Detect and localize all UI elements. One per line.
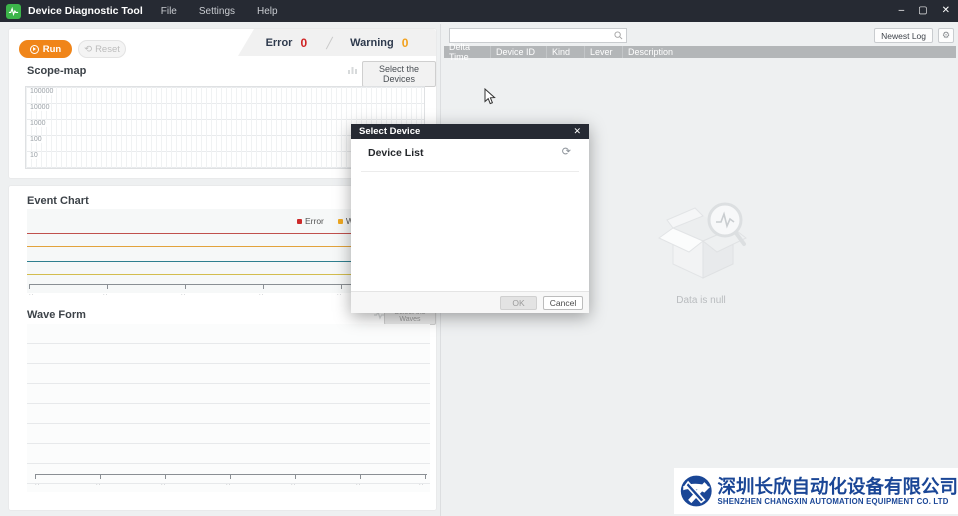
error-label: Error — [266, 37, 293, 49]
reset-icon: ⟲ — [84, 44, 92, 55]
col-delta-time[interactable]: Delta Time — [444, 46, 491, 58]
wave-x-axis: .. .. .. .. .. .. .. — [35, 474, 427, 488]
refresh-icon[interactable]: ⟳ — [562, 145, 571, 158]
chart-icon — [347, 65, 359, 75]
menu-help[interactable]: Help — [257, 6, 278, 17]
legend-warning-dot — [338, 219, 343, 224]
company-logo-icon — [680, 471, 712, 511]
error-warning-strip: Error 0 Warning 0 — [238, 29, 436, 56]
legend-error-dot — [297, 219, 302, 224]
event-chart-title: Event Chart — [27, 195, 89, 207]
dialog-footer: OK Cancel — [351, 291, 589, 313]
warning-count: 0 — [402, 36, 409, 50]
error-count: 0 — [300, 36, 307, 50]
menu-file[interactable]: File — [161, 6, 177, 17]
search-input[interactable] — [450, 30, 614, 41]
dialog-header[interactable]: Select Device ✕ — [351, 124, 589, 139]
play-icon — [30, 45, 39, 54]
dialog-body: Device List ⟳ — [351, 139, 589, 291]
y-tick: 10 — [29, 152, 39, 159]
select-device-dialog: Select Device ✕ Device List ⟳ OK Cancel — [351, 124, 589, 313]
col-lever[interactable]: Lever — [585, 46, 623, 58]
search-icon[interactable] — [614, 31, 623, 40]
minimize-icon[interactable]: – — [899, 0, 905, 22]
empty-state: Data is null — [646, 194, 756, 306]
device-list-title: Device List — [368, 147, 423, 159]
menu-settings[interactable]: Settings — [199, 6, 235, 17]
y-tick: 1000 — [29, 120, 47, 127]
y-tick: 100 — [29, 136, 43, 143]
gear-icon[interactable]: ⚙ — [938, 28, 954, 43]
maximize-icon[interactable]: ▢ — [918, 0, 927, 22]
mouse-cursor — [484, 88, 496, 105]
cancel-button[interactable]: Cancel — [543, 296, 583, 310]
search-box — [449, 28, 627, 43]
dialog-close-icon[interactable]: ✕ — [573, 126, 581, 137]
select-devices-button[interactable]: Select the Devices — [362, 61, 436, 87]
app-window: Device Diagnostic Tool File Settings Hel… — [0, 0, 958, 516]
y-tick: 100000 — [29, 88, 54, 95]
warning-label: Warning — [350, 37, 394, 49]
empty-text: Data is null — [646, 295, 756, 306]
app-logo-icon — [6, 4, 21, 19]
titlebar: Device Diagnostic Tool File Settings Hel… — [0, 0, 958, 22]
divider — [326, 36, 333, 49]
app-title: Device Diagnostic Tool — [28, 5, 143, 17]
log-table-header: Delta Time Device ID Kind Lever Descript… — [444, 46, 956, 58]
col-description[interactable]: Description — [623, 46, 956, 58]
scope-map-title: Scope-map — [27, 65, 86, 77]
company-watermark: 深圳长欣自动化设备有限公司 SHENZHEN CHANGXIN AUTOMATI… — [674, 468, 958, 514]
empty-box-illustration — [651, 194, 751, 286]
divider — [361, 171, 579, 172]
legend-error: Error — [297, 216, 324, 226]
newest-log-button[interactable]: Newest Log — [874, 28, 933, 43]
close-icon[interactable]: ✕ — [942, 0, 950, 22]
reset-button[interactable]: ⟲ Reset — [78, 40, 126, 58]
y-tick: 10000 — [29, 104, 50, 111]
wave-form-chart: .. .. .. .. .. .. .. — [27, 324, 430, 492]
dialog-title: Select Device — [359, 126, 573, 137]
col-device-id[interactable]: Device ID — [491, 46, 547, 58]
company-name-cn: 深圳长欣自动化设备有限公司 — [717, 477, 958, 497]
run-button[interactable]: Run — [19, 40, 72, 58]
company-name-en: SHENZHEN CHANGXIN AUTOMATION EQUIPMENT C… — [717, 497, 958, 506]
col-kind[interactable]: Kind — [547, 46, 585, 58]
wave-form-title: Wave Form — [27, 309, 86, 321]
ok-button[interactable]: OK — [500, 296, 537, 310]
